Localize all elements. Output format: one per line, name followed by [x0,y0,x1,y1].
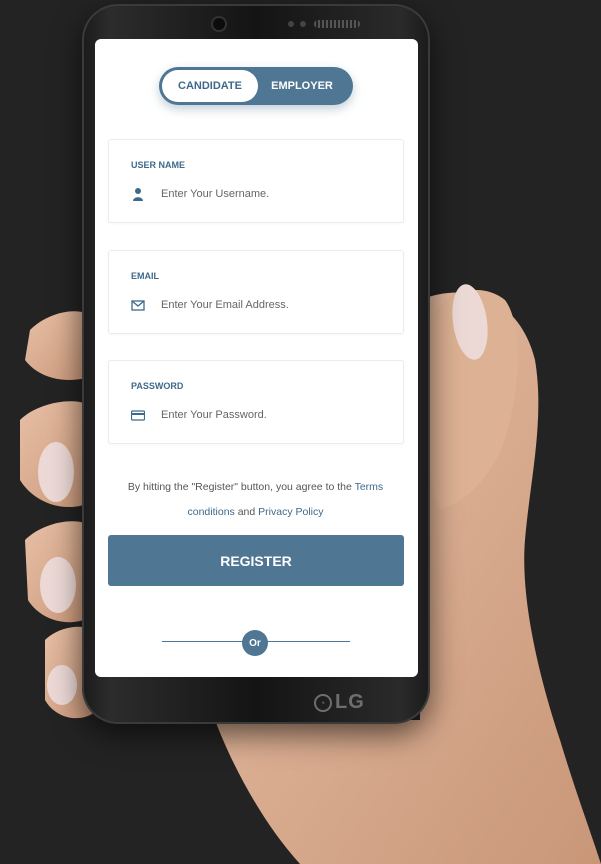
username-label: USER NAME [131,160,186,170]
password-label: PASSWORD [131,381,184,391]
username-field: USER NAME [108,139,404,223]
email-field: EMAIL [108,250,404,334]
lg-logo-icon: ◔ [314,693,332,712]
brand-text: LG [335,691,365,713]
terms-text: By hitting the "Register" button, you ag… [115,475,396,525]
app-screen: CANDIDATE EMPLOYER USER NAME EMAIL PASSW… [95,39,418,677]
password-input[interactable] [161,405,389,425]
device-brand-logo: ◔ LG [314,691,365,714]
account-type-toggle: CANDIDATE EMPLOYER [159,67,353,105]
password-field: PASSWORD [108,360,404,444]
username-input[interactable] [161,184,389,204]
privacy-policy-link[interactable]: Privacy Policy [258,506,323,518]
toggle-employer[interactable]: EMPLOYER [254,70,350,102]
or-separator: Or [242,630,268,656]
earpiece-speaker [314,20,360,28]
envelope-icon [131,300,145,311]
user-icon [133,188,143,201]
toggle-candidate[interactable]: CANDIDATE [162,70,258,102]
terms-prefix: By hitting the "Register" button, you ag… [127,481,355,493]
email-input[interactable] [161,295,389,315]
terms-and: and [234,506,259,518]
front-camera [213,18,225,30]
light-sensor [300,21,306,27]
card-icon [131,410,145,421]
register-button[interactable]: REGISTER [108,535,404,586]
email-label: EMAIL [131,271,159,281]
proximity-sensor [288,21,294,27]
